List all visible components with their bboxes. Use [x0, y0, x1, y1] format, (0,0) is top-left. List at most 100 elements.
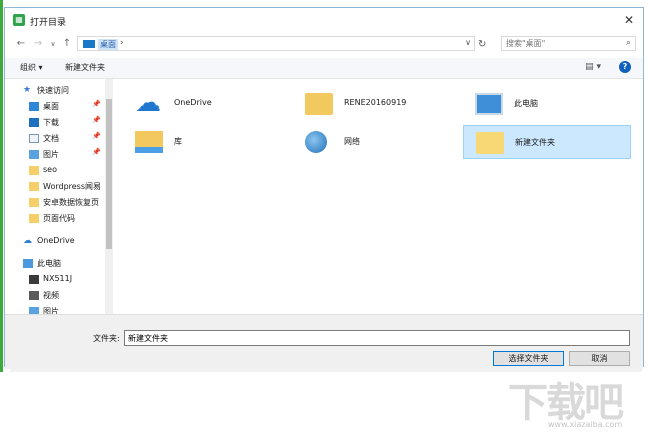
open-folder-dialog: ▦ 打开目录 ✕ ← → ∨ ↑ 桌面 › ∨ ↻ ⌕ 组织 ▾ 新建文件夹 ▤…: [4, 7, 644, 369]
file-item[interactable]: 此电脑: [463, 87, 631, 121]
file-item-label: OneDrive: [174, 98, 212, 107]
sidebar-item-label: 视频: [43, 291, 59, 300]
sidebar-item[interactable]: 页面代码: [5, 211, 105, 226]
video-icon: [29, 291, 39, 300]
command-bar: 组织 ▾ 新建文件夹 ▤ ▾ ?: [5, 58, 643, 79]
sidebar-item[interactable]: 图片: [5, 304, 105, 314]
sidebar-item[interactable]: 下载 📌: [5, 115, 105, 130]
file-item-label: 网络: [344, 137, 360, 146]
file-item-label: RENE20160919: [344, 98, 407, 107]
up-button[interactable]: ↑: [61, 37, 73, 51]
back-button[interactable]: ←: [15, 37, 27, 51]
dialog-footer: 文件夹: 选择文件夹 取消: [5, 314, 643, 369]
computer-icon: [475, 93, 503, 115]
navigation-bar: ← → ∨ ↑ 桌面 › ∨ ↻ ⌕: [5, 33, 643, 55]
filename-input[interactable]: [124, 330, 630, 346]
pin-icon: 📌: [92, 132, 101, 140]
app-icon: ▦: [13, 14, 25, 26]
sidebar-item-label: 下载: [43, 118, 59, 127]
file-item[interactable]: 新建文件夹: [463, 125, 631, 159]
close-button[interactable]: ✕: [619, 11, 639, 29]
sidebar-item-label: 桌面: [43, 102, 59, 111]
user-folder-icon: [305, 93, 333, 115]
cloud-icon: ☁: [135, 88, 161, 118]
desktop-icon: [83, 40, 95, 48]
new-folder-button[interactable]: 新建文件夹: [65, 62, 105, 73]
navigation-pane-scrollbar[interactable]: [105, 79, 113, 314]
sidebar-item[interactable]: 此电脑: [5, 256, 105, 271]
sidebar-item[interactable]: seo: [5, 163, 105, 178]
scrollbar-thumb[interactable]: [106, 99, 112, 249]
breadcrumb-desktop[interactable]: 桌面: [98, 39, 118, 50]
help-icon[interactable]: ?: [619, 61, 631, 73]
file-item-label: 库: [174, 137, 182, 146]
sidebar-item-label: 快速访问: [37, 86, 69, 95]
sidebar-item[interactable]: ☁ OneDrive: [5, 234, 105, 249]
title-bar: ▦ 打开目录 ✕: [5, 8, 643, 32]
address-bar[interactable]: 桌面 › ∨: [77, 36, 475, 51]
phone-icon: [29, 275, 39, 284]
sidebar-item-label: seo: [43, 165, 57, 174]
search-icon[interactable]: ⌕: [626, 38, 631, 48]
search-box[interactable]: ⌕: [501, 36, 636, 51]
forward-button[interactable]: →: [32, 37, 44, 51]
sidebar-item-label: 图片: [43, 307, 59, 314]
document-icon: [29, 134, 39, 143]
folder-icon: [29, 166, 39, 175]
sidebar-item[interactable]: NX511J: [5, 272, 105, 287]
folder-icon: [29, 198, 39, 207]
cloud-icon: ☁: [23, 236, 32, 246]
folder-icon: [29, 182, 39, 191]
sidebar-item[interactable]: Wordpress闻易: [5, 179, 105, 194]
watermark-url: www.xiazaiba.com: [548, 420, 623, 429]
file-item[interactable]: ☁ OneDrive: [123, 87, 291, 121]
sidebar-item[interactable]: 文档 📌: [5, 131, 105, 146]
folder-icon: [476, 132, 504, 154]
view-options-icon[interactable]: ▤ ▾: [585, 62, 601, 72]
star-icon: ★: [23, 85, 32, 95]
file-item-label: 新建文件夹: [515, 138, 555, 147]
watermark: 下载吧 www.xiazaiba.com: [500, 370, 645, 432]
desktop-icon: [29, 102, 39, 111]
pin-icon: 📌: [92, 116, 101, 124]
sidebar-item-label: Wordpress闻易: [43, 182, 102, 191]
cancel-button[interactable]: 取消: [569, 351, 630, 366]
recent-locations-button[interactable]: ∨: [47, 37, 59, 51]
sidebar-item-label: OneDrive: [37, 236, 75, 245]
pin-icon: 📌: [92, 100, 101, 108]
pin-icon: 📌: [92, 148, 101, 156]
sidebar-item[interactable]: 安卓数据恢复页: [5, 195, 105, 210]
file-item[interactable]: 网络: [293, 125, 461, 159]
sidebar-item[interactable]: 桌面 📌: [5, 99, 105, 114]
organize-menu[interactable]: 组织 ▾: [20, 62, 43, 73]
sidebar-item[interactable]: 图片 📌: [5, 147, 105, 162]
navigation-pane: ★ 快速访问桌面 📌 下载 📌 文档 📌 图片 📌 seo Wordpress闻易 安卓数据恢复页 页面…: [5, 79, 113, 314]
file-item[interactable]: 库: [123, 125, 291, 159]
sidebar-item-label: 页面代码: [43, 214, 75, 223]
sidebar-item-label: 文档: [43, 134, 59, 143]
download-icon: [29, 118, 39, 127]
file-item[interactable]: RENE20160919: [293, 87, 461, 121]
network-icon: [305, 131, 327, 153]
library-icon: [135, 131, 163, 153]
background-app-edge: [0, 0, 3, 372]
sidebar-item-label: 安卓数据恢复页: [43, 198, 99, 207]
pictures-icon: [29, 307, 39, 314]
folder-icon: [29, 214, 39, 223]
refresh-icon[interactable]: ↻: [478, 39, 486, 50]
breadcrumb-separator[interactable]: ›: [120, 38, 124, 48]
file-list: ☁ OneDrive RENE20160919 此电脑库 网络 新建文件夹: [117, 79, 640, 314]
dialog-title: 打开目录: [30, 18, 67, 28]
address-dropdown-icon[interactable]: ∨: [465, 38, 471, 47]
select-folder-button[interactable]: 选择文件夹: [493, 351, 564, 366]
computer-icon: [23, 259, 33, 268]
sidebar-item[interactable]: 视频: [5, 288, 105, 303]
pictures-icon: [29, 150, 39, 159]
search-input[interactable]: [506, 38, 616, 49]
filename-label: 文件夹:: [93, 334, 120, 343]
sidebar-item-label: 此电脑: [37, 259, 61, 268]
sidebar-item-label: NX511J: [43, 274, 73, 283]
sidebar-item[interactable]: ★ 快速访问: [5, 83, 105, 98]
file-item-label: 此电脑: [514, 99, 538, 108]
sidebar-item-label: 图片: [43, 150, 59, 159]
